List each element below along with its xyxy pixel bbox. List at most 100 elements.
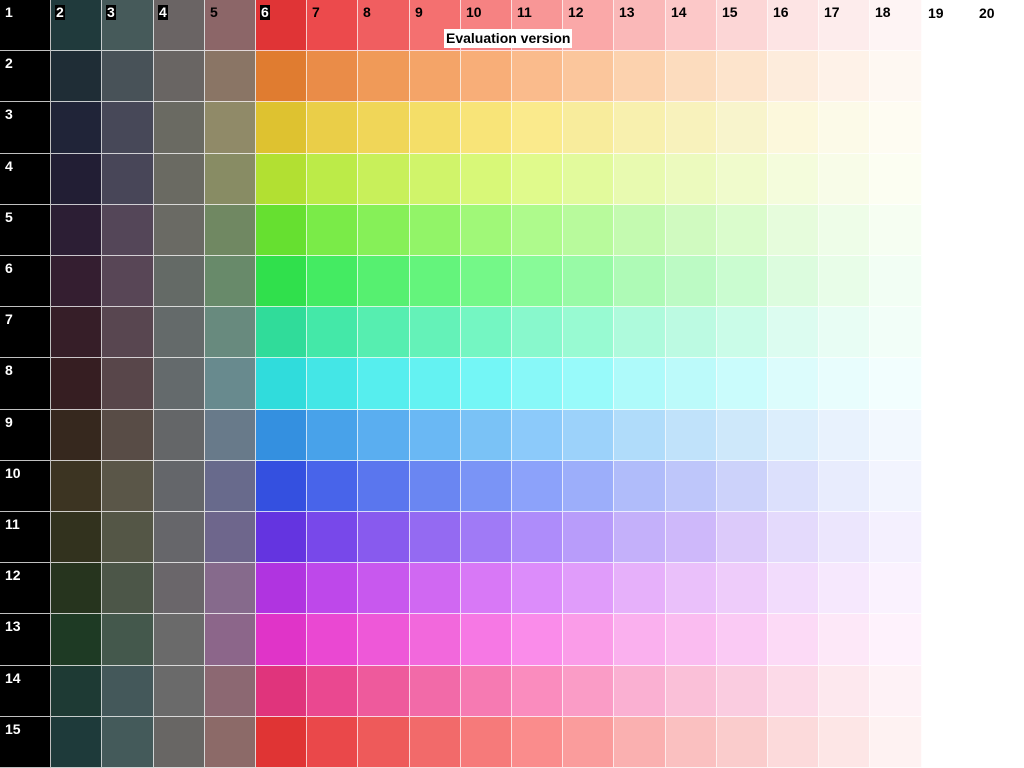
color-swatch[interactable] [205,614,256,666]
color-swatch[interactable] [819,51,870,102]
color-swatch[interactable] [563,358,614,410]
color-swatch[interactable] [410,717,461,768]
color-swatch[interactable] [154,512,205,563]
color-swatch[interactable] [819,666,870,717]
color-swatch[interactable] [870,614,922,666]
color-swatch[interactable] [512,512,563,563]
color-swatch[interactable] [563,614,614,666]
color-swatch[interactable] [717,307,768,358]
color-swatch[interactable] [461,102,512,154]
color-swatch[interactable]: 2 [0,51,51,102]
color-swatch[interactable] [51,666,102,717]
color-swatch[interactable] [768,563,819,614]
color-swatch[interactable] [256,666,307,717]
color-swatch[interactable] [512,307,563,358]
color-swatch[interactable] [205,51,256,102]
color-swatch[interactable] [870,51,922,102]
color-swatch[interactable]: 18 [870,0,922,51]
color-swatch[interactable]: 8 [358,0,410,51]
color-swatch[interactable] [717,614,768,666]
color-swatch[interactable] [819,461,870,512]
color-swatch[interactable] [461,410,512,461]
color-swatch[interactable]: 15 [717,0,768,51]
color-swatch[interactable] [461,461,512,512]
color-swatch[interactable] [461,51,512,102]
color-swatch[interactable] [870,154,922,205]
color-swatch[interactable] [256,205,307,256]
color-swatch[interactable] [717,205,768,256]
color-swatch[interactable] [717,51,768,102]
color-swatch[interactable] [307,154,358,205]
color-swatch[interactable] [717,512,768,563]
color-swatch[interactable] [51,256,102,307]
color-swatch[interactable] [410,256,461,307]
color-swatch[interactable] [461,666,512,717]
color-swatch[interactable] [205,512,256,563]
color-swatch[interactable] [563,51,614,102]
color-swatch[interactable] [410,461,461,512]
color-swatch[interactable] [819,205,870,256]
color-swatch[interactable] [51,358,102,410]
color-swatch[interactable] [563,666,614,717]
color-swatch[interactable] [307,51,358,102]
color-swatch[interactable] [563,717,614,768]
color-swatch[interactable] [717,358,768,410]
color-swatch[interactable] [51,205,102,256]
color-swatch[interactable] [154,563,205,614]
color-swatch[interactable] [358,102,410,154]
color-swatch[interactable] [51,154,102,205]
color-swatch[interactable] [768,666,819,717]
color-swatch[interactable] [461,154,512,205]
color-swatch[interactable]: 16 [768,0,819,51]
color-swatch[interactable]: 13 [614,0,666,51]
color-swatch[interactable] [256,256,307,307]
color-swatch[interactable] [666,51,717,102]
color-swatch[interactable] [358,512,410,563]
color-swatch[interactable]: 14 [0,666,51,717]
color-swatch[interactable]: 5 [205,0,256,51]
color-swatch[interactable] [410,563,461,614]
color-swatch[interactable] [102,205,154,256]
color-swatch[interactable] [358,51,410,102]
color-swatch[interactable] [768,307,819,358]
color-swatch[interactable]: 7 [0,307,51,358]
color-swatch[interactable] [102,512,154,563]
color-swatch[interactable] [666,256,717,307]
color-swatch[interactable] [307,307,358,358]
color-swatch[interactable] [666,410,717,461]
color-swatch[interactable] [461,614,512,666]
color-swatch[interactable] [614,563,666,614]
color-swatch[interactable] [461,512,512,563]
color-swatch[interactable] [563,461,614,512]
color-swatch[interactable] [51,461,102,512]
color-swatch[interactable] [512,256,563,307]
color-swatch[interactable] [205,205,256,256]
color-swatch[interactable] [205,102,256,154]
color-swatch[interactable] [512,563,563,614]
color-swatch[interactable] [102,102,154,154]
color-swatch[interactable] [512,614,563,666]
color-swatch[interactable] [154,154,205,205]
color-swatch[interactable] [717,563,768,614]
color-swatch[interactable] [51,563,102,614]
color-swatch[interactable] [358,205,410,256]
color-swatch[interactable] [410,307,461,358]
color-swatch[interactable] [154,205,205,256]
color-swatch[interactable] [819,614,870,666]
color-swatch[interactable] [819,717,870,768]
color-swatch[interactable] [666,358,717,410]
color-swatch[interactable] [410,512,461,563]
color-swatch[interactable] [461,717,512,768]
color-swatch[interactable] [154,461,205,512]
color-swatch[interactable] [102,307,154,358]
color-swatch[interactable] [614,154,666,205]
color-swatch[interactable] [563,563,614,614]
color-swatch[interactable] [256,614,307,666]
color-swatch[interactable] [870,358,922,410]
color-swatch[interactable] [666,717,717,768]
color-swatch[interactable] [666,154,717,205]
color-swatch[interactable]: 15 [0,717,51,768]
color-swatch[interactable] [410,205,461,256]
color-swatch[interactable] [666,666,717,717]
color-swatch[interactable] [461,256,512,307]
